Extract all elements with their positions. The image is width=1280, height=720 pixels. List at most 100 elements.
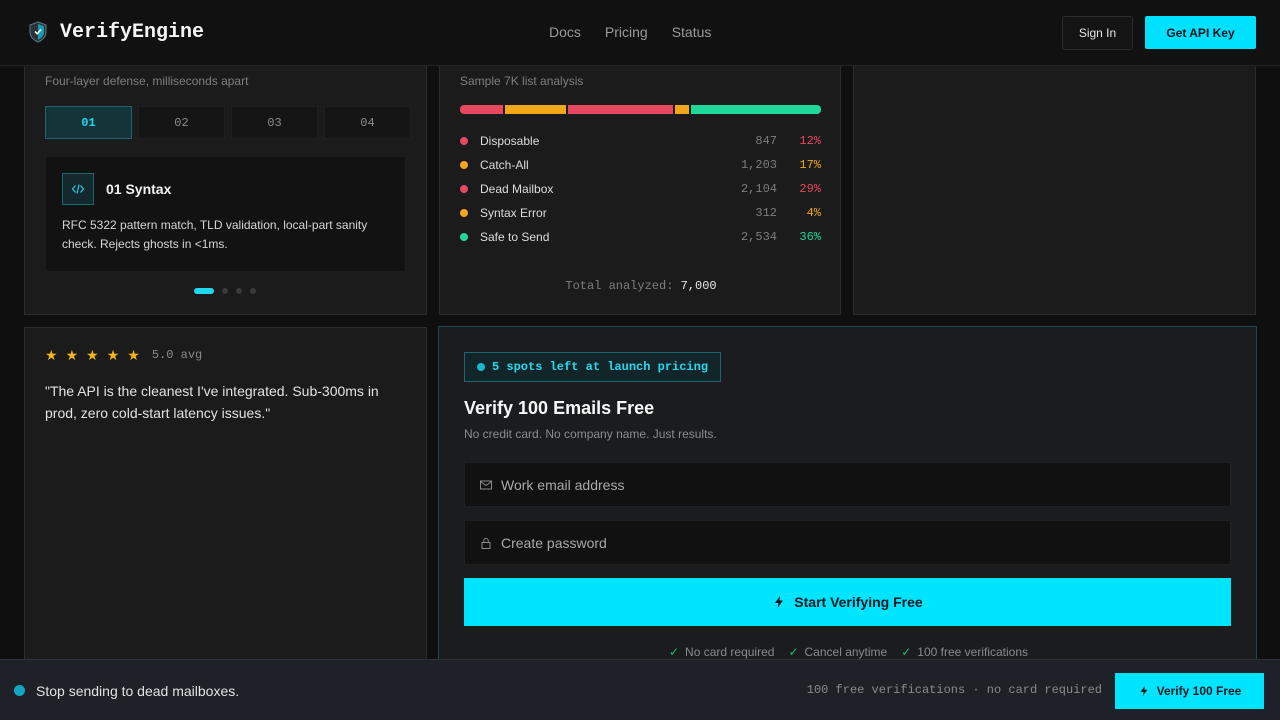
sticky-cta-bar: Stop sending to dead mailboxes. 100 free… <box>0 659 1280 720</box>
layer-tabs: 01 02 03 04 <box>45 106 411 139</box>
layer-tab-02[interactable]: 02 <box>138 106 225 139</box>
total-value: 7,000 <box>680 279 717 293</box>
defense-layers-panel: Four-layer defense, milliseconds apart 0… <box>24 40 427 315</box>
top-nav: VerifyEngine Docs Pricing Status Sign In… <box>0 0 1280 66</box>
lightning-icon <box>775 596 784 608</box>
status-dot <box>460 233 468 241</box>
testimonial-panel: ★ ★ ★ ★ ★ 5.0 avg "The API is the cleane… <box>24 327 427 687</box>
carousel-pagination <box>194 288 256 294</box>
legend-label: Disposable <box>480 134 540 148</box>
perk-label: Cancel anytime <box>804 645 888 659</box>
defense-subtitle: Four-layer defense, milliseconds apart <box>45 74 249 88</box>
composition-segment <box>691 105 821 114</box>
legend-row-disposable: Disposable 847 12% <box>460 129 821 153</box>
sticky-meta: 100 free verifications · no card require… <box>806 683 1102 697</box>
perk-label: No card required <box>685 645 775 659</box>
nav-link-docs[interactable]: Docs <box>549 24 581 40</box>
legend-count: 847 <box>755 134 777 148</box>
brand[interactable]: VerifyEngine <box>26 20 204 44</box>
composition-bar <box>460 105 821 114</box>
composition-segment <box>505 105 567 114</box>
brand-name: VerifyEngine <box>60 20 205 44</box>
layer-description: RFC 5322 pattern match, TLD validation, … <box>62 218 368 251</box>
pagination-dot[interactable] <box>194 288 214 294</box>
status-dot <box>477 363 485 371</box>
layer-detail-card: 01 Syntax RFC 5322 pattern match, TLD va… <box>45 156 406 272</box>
layer-title: 01 Syntax <box>106 181 172 197</box>
signup-perks: ✓ No card required ✓ Cancel anytime ✓ 100 f… <box>439 645 1258 659</box>
star-icon: ★ <box>65 347 79 363</box>
legend-count: 2,104 <box>740 182 777 196</box>
layer-tab-01[interactable]: 01 <box>45 106 132 139</box>
sticky-message: Stop sending to dead mailboxes. <box>36 683 240 699</box>
perk-item: ✓ No card required <box>669 645 774 659</box>
lock-icon <box>481 537 491 549</box>
legend-row-catch-all: Catch-All 1,203 17% <box>460 153 821 177</box>
legend-percent: 36% <box>799 230 821 244</box>
legend-label: Dead Mailbox <box>480 182 554 196</box>
layer-tab-03[interactable]: 03 <box>231 106 318 139</box>
status-dot <box>460 137 468 145</box>
testimonial-quote: "The API is the cleanest I've integrated… <box>45 383 379 421</box>
badge-text: 5 spots left at launch pricing <box>492 360 709 374</box>
get-api-key-button[interactable]: Get API Key <box>1145 16 1256 49</box>
pagination-dot[interactable] <box>222 288 228 294</box>
legend-percent: 4% <box>806 206 821 220</box>
legend-label: Syntax Error <box>480 206 547 220</box>
email-field <box>464 462 1231 507</box>
total-analyzed: Total analyzed: 7,000 <box>440 279 842 293</box>
verify-100-free-button[interactable]: Verify 100 Free <box>1115 673 1264 709</box>
rating-average: 5.0 avg <box>151 348 203 362</box>
email-input[interactable] <box>501 476 1201 493</box>
cta-label: Start Verifying Free <box>794 594 923 610</box>
shield-logo-icon <box>29 21 47 43</box>
status-dot <box>460 161 468 169</box>
star-icon: ★ <box>127 347 140 363</box>
legend-count: 312 <box>755 206 777 220</box>
check-icon: ✓ <box>901 645 912 659</box>
legend-label: Catch-All <box>480 158 529 172</box>
signup-panel: 5 spots left at launch pricing Verify 10… <box>438 326 1257 686</box>
perk-label: 100 free verifications <box>917 645 1029 659</box>
mail-icon <box>480 480 492 489</box>
nav-link-pricing[interactable]: Pricing <box>605 24 648 40</box>
analysis-legend: Disposable 847 12% Catch-All 1,203 17% D… <box>460 129 821 249</box>
perk-item: ✓ Cancel anytime <box>788 645 887 659</box>
legend-label: Safe to Send <box>480 230 550 244</box>
status-dot <box>14 685 25 696</box>
star-icon: ★ <box>86 347 99 363</box>
lightning-icon <box>1140 685 1148 697</box>
check-icon: ✓ <box>668 645 680 659</box>
password-input[interactable] <box>501 534 1201 551</box>
code-icon <box>62 173 94 205</box>
legend-percent: 17% <box>799 158 821 172</box>
total-label: Total analyzed: <box>565 279 674 293</box>
perk-item: ✓ 100 free verifications <box>901 645 1028 659</box>
pagination-dot[interactable] <box>236 288 242 294</box>
legend-count: 1,203 <box>740 158 777 172</box>
legend-count: 2,534 <box>740 230 777 244</box>
legend-percent: 29% <box>799 182 821 196</box>
analysis-subtitle: Sample 7K list analysis <box>460 74 584 88</box>
layer-tab-04[interactable]: 04 <box>324 106 411 139</box>
sign-in-button[interactable]: Sign In <box>1062 16 1133 50</box>
status-dot <box>460 209 468 217</box>
pagination-dot[interactable] <box>250 288 256 294</box>
legend-row-dead-mailbox: Dead Mailbox 2,104 29% <box>460 177 821 201</box>
star-icon: ★ <box>106 347 120 363</box>
check-icon: ✓ <box>788 645 799 659</box>
nav-link-status[interactable]: Status <box>672 24 712 40</box>
composition-segment <box>674 105 690 114</box>
composition-segment <box>460 105 504 114</box>
legend-row-safe-to-send: Safe to Send 2,534 36% <box>460 225 821 249</box>
legend-percent: 12% <box>799 134 821 148</box>
status-dot <box>460 185 468 193</box>
signup-title: Verify 100 Emails Free <box>464 398 655 418</box>
star-rating: ★ ★ ★ ★ ★ 5.0 avg <box>45 348 202 362</box>
sticky-button-label: Verify 100 Free <box>1156 684 1242 698</box>
primary-nav: Docs Pricing Status <box>549 24 711 40</box>
password-field <box>464 520 1231 565</box>
start-verifying-button[interactable]: Start Verifying Free <box>464 578 1231 626</box>
list-analysis-panel: Sample 7K list analysis Disposable 847 1… <box>439 40 841 315</box>
launch-pricing-badge: 5 spots left at launch pricing <box>464 352 722 382</box>
